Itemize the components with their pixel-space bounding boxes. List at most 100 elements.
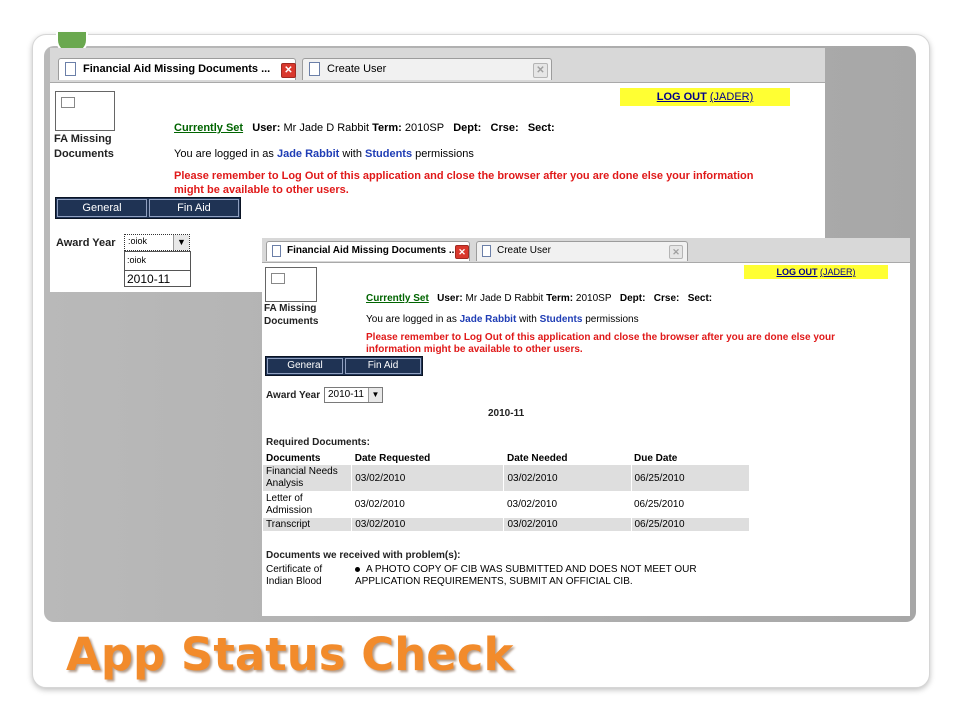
- document-cell: Transcript: [263, 518, 352, 531]
- table-row: Letter of Admission 03/02/2010 03/02/201…: [263, 491, 749, 518]
- table-row: Financial Needs Analysis 03/02/2010 03/0…: [263, 465, 749, 491]
- date-needed-cell: 03/02/2010: [506, 499, 558, 510]
- currently-set-link[interactable]: Currently Set: [174, 122, 243, 134]
- page-icon: [272, 245, 281, 257]
- dropdown-option[interactable]: :oiok: [125, 253, 190, 270]
- date-needed-cell: 03/02/2010: [503, 465, 631, 491]
- login-prefix: You are logged in as: [174, 148, 274, 160]
- close-icon[interactable]: ✕: [533, 63, 548, 78]
- slide-title: App Status Check: [66, 628, 514, 681]
- app-logo-line: FA Missing: [54, 133, 112, 145]
- award-year-label: Award Year: [266, 390, 321, 401]
- document-name: Admission: [266, 504, 313, 516]
- app-logo-line: Documents: [264, 316, 319, 327]
- nav-fin-aid[interactable]: Fin Aid: [345, 358, 421, 374]
- logout-user[interactable]: (JADER): [820, 267, 856, 277]
- close-icon[interactable]: ✕: [455, 245, 469, 259]
- app-logo-image: [55, 91, 115, 131]
- term-value: 2010SP: [575, 293, 612, 304]
- login-name: Jade Rabbit: [276, 148, 340, 160]
- dept-label: Dept:: [619, 293, 646, 304]
- currently-set-link[interactable]: Currently Set: [366, 293, 429, 304]
- section-heading: 2010-11: [488, 408, 525, 419]
- app-logo-label: FA Missing Documents: [264, 302, 318, 328]
- award-year-value: :oiok: [128, 236, 148, 246]
- problem-issue: A PHOTO COPY OF CIB WAS SUBMITTED AND DO…: [355, 564, 697, 588]
- document-name: Financial Needs: [266, 466, 338, 477]
- user-label: User:: [252, 122, 281, 134]
- award-year-label: Award Year: [56, 237, 116, 249]
- tab-financial-aid[interactable]: Financial Aid Missing Documents ... ✕: [266, 241, 470, 261]
- award-year-select[interactable]: :oiok ▼: [124, 234, 190, 251]
- context-line: Currently Set User: Mr Jade D Rabbit Ter…: [366, 293, 712, 304]
- login-with: with: [342, 148, 362, 160]
- app-logo-line: Documents: [54, 148, 114, 160]
- tab-label: Create User: [327, 63, 387, 75]
- login-prefix: You are logged in as: [366, 314, 457, 325]
- login-line: You are logged in as Jade Rabbit with St…: [174, 148, 474, 160]
- column-header: Date Requested: [354, 453, 431, 464]
- login-name: Jade Rabbit: [459, 314, 517, 325]
- document-name: Analysis: [266, 478, 304, 489]
- column-header: Date Needed: [506, 453, 568, 464]
- login-role: Students: [365, 148, 413, 160]
- sect-label: Sect:: [527, 122, 555, 134]
- login-suffix: permissions: [585, 314, 639, 325]
- sect-label: Sect:: [687, 293, 713, 304]
- page-icon: [309, 62, 320, 76]
- required-docs-table: Documents Date Requested Date Needed Due…: [263, 452, 749, 531]
- logout-warning: Please remember to Log Out of this appli…: [174, 170, 754, 196]
- logout-user[interactable]: (JADER): [710, 91, 753, 103]
- due-date-cell: 06/25/2010: [634, 499, 685, 510]
- user-value: Mr Jade D Rabbit: [283, 122, 370, 134]
- logout-warning: Please remember to Log Out of this appli…: [366, 332, 836, 355]
- award-year-select[interactable]: 2010-11 ▼: [324, 387, 383, 403]
- date-requested-cell: 03/02/2010: [351, 518, 504, 531]
- context-line: Currently Set User: Mr Jade D Rabbit Ter…: [174, 122, 555, 134]
- tab-label: Create User: [497, 245, 551, 256]
- date-requested-cell: 03/02/2010: [354, 499, 405, 510]
- close-icon[interactable]: ✕: [281, 63, 296, 78]
- app-logo-image: [265, 267, 317, 302]
- column-header: Documents: [266, 453, 321, 464]
- app-logo-line: FA Missing: [264, 303, 317, 314]
- document-cell: Letter of Admission: [263, 491, 352, 518]
- award-year-value: 2010-11: [328, 389, 364, 400]
- table-header-row: Documents Date Requested Date Needed Due…: [263, 452, 749, 465]
- nav-fin-aid[interactable]: Fin Aid: [149, 199, 239, 217]
- browser-window-front: Financial Aid Missing Documents ... ✕ Cr…: [262, 238, 910, 616]
- logout-link[interactable]: LOG OUT: [657, 91, 707, 103]
- nav-general[interactable]: General: [267, 358, 343, 374]
- login-with: with: [519, 314, 537, 325]
- nav-bar: General Fin Aid: [55, 197, 241, 219]
- date-requested-cell: 03/02/2010: [351, 465, 504, 491]
- crse-label: Crse:: [490, 122, 519, 134]
- nav-general[interactable]: General: [57, 199, 147, 217]
- login-suffix: permissions: [415, 148, 474, 160]
- chevron-down-icon[interactable]: ▼: [368, 388, 382, 402]
- logout-bar: LOG OUT (JADER): [744, 265, 888, 279]
- user-label: User:: [437, 293, 463, 304]
- crse-label: Crse:: [653, 293, 680, 304]
- tab-label: Financial Aid Missing Documents ...: [83, 63, 271, 75]
- dropdown-option[interactable]: 2010-11: [125, 270, 190, 287]
- tab-create-user[interactable]: Create User ✕: [302, 58, 552, 80]
- tab-create-user[interactable]: Create User ✕: [476, 241, 688, 261]
- app-logo-label: FA Missing Documents: [54, 132, 114, 162]
- logout-bar: LOG OUT (JADER): [620, 88, 790, 106]
- page-icon: [482, 245, 491, 257]
- award-year-dropdown: :oiok 2010-11: [124, 251, 191, 287]
- close-icon[interactable]: ✕: [669, 245, 683, 259]
- logout-link[interactable]: LOG OUT: [776, 267, 817, 277]
- document-cell: Financial Needs Analysis: [263, 465, 352, 491]
- table-row: Transcript 03/02/2010 03/02/2010 06/25/2…: [263, 518, 749, 531]
- nav-bar: General Fin Aid: [265, 356, 423, 376]
- due-date-cell: 06/25/2010: [630, 465, 749, 491]
- issue-text: A PHOTO COPY OF CIB WAS SUBMITTED AND DO…: [366, 564, 697, 575]
- tab-bar: Financial Aid Missing Documents ... ✕ Cr…: [262, 238, 910, 263]
- tab-financial-aid[interactable]: Financial Aid Missing Documents ... ✕: [58, 58, 296, 80]
- tab-bar: Financial Aid Missing Documents ... ✕ Cr…: [50, 48, 825, 83]
- dept-label: Dept:: [453, 122, 482, 134]
- document-name: Indian Blood: [266, 576, 322, 587]
- chevron-down-icon[interactable]: ▼: [173, 235, 189, 250]
